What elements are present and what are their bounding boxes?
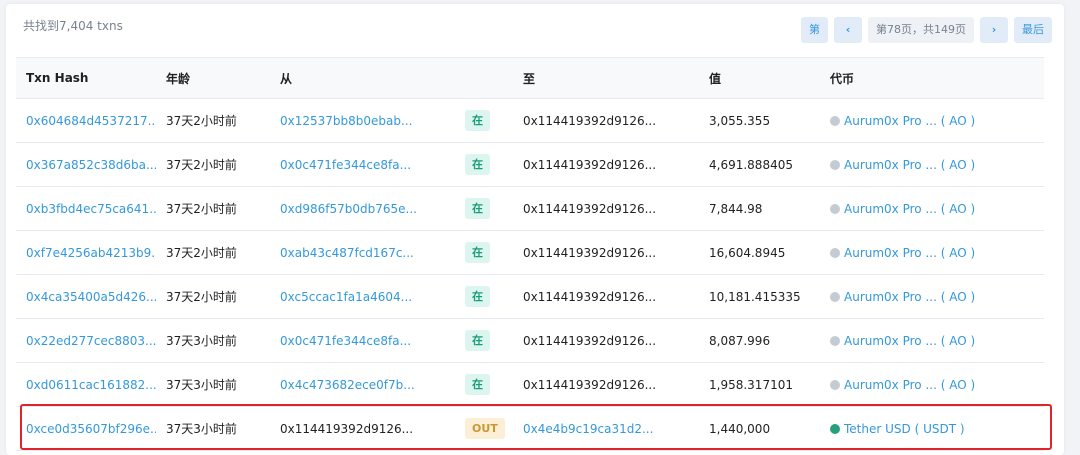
column-header: 代币 [820,57,1044,99]
value-cell: 8,087.996 [699,318,820,363]
token-coin-icon [830,203,840,214]
age-cell: 37天2小时前 [156,274,270,319]
token-coin-icon [830,159,840,170]
column-header [455,57,513,99]
txn-hash-link[interactable]: 0x22ed277cec8803... [26,334,156,348]
table-row: 0xce0d35607bf296e... 37天3小时前 0x114419392… [16,406,1044,451]
column-header: 值 [699,57,820,99]
last-page-button[interactable]: 最后 [1014,17,1052,43]
prev-page-button[interactable]: ‹ [834,17,862,43]
txn-hash-link[interactable]: 0x604684d4537217... [26,114,156,128]
table-row: 0xb3fbd4ec75ca641... 37天2小时前 0xd986f57b0… [16,186,1044,231]
next-page-button[interactable]: › [980,17,1008,43]
table-body: 0x604684d4537217... 37天2小时前 0x12537bb8b0… [16,98,1044,451]
direction-badge: 在 [465,110,490,131]
value-cell: 4,691.888405 [699,142,820,187]
from-address-link[interactable]: 0xc5ccac1fa1a4604... [280,290,412,304]
token-link[interactable]: Aurum0x Pro ... ( AO ) [844,114,975,128]
table-row: 0xf7e4256ab4213b9... 37天2小时前 0xab43c487f… [16,230,1044,275]
token-coin-icon [830,115,840,126]
token-coin-icon [830,247,840,258]
value-cell: 16,604.8945 [699,230,820,275]
token-link[interactable]: Aurum0x Pro ... ( AO ) [844,202,975,216]
token-link[interactable]: Tether USD ( USDT ) [844,422,965,436]
tether-icon [830,423,840,434]
age-cell: 37天3小时前 [156,406,270,451]
direction-badge: 在 [465,286,490,307]
token-coin-icon [830,335,840,346]
direction-badge: 在 [465,374,490,395]
value-cell: 7,844.98 [699,186,820,231]
token-link[interactable]: Aurum0x Pro ... ( AO ) [844,246,975,260]
age-cell: 37天3小时前 [156,362,270,407]
value-cell: 1,440,000 [699,406,820,451]
column-header: 年龄 [156,57,270,99]
value-cell: 3,055.355 [699,98,820,143]
table-row: 0x604684d4537217... 37天2小时前 0x12537bb8b0… [16,98,1044,143]
token-link[interactable]: Aurum0x Pro ... ( AO ) [844,290,975,304]
table-row: 0x4ca35400a5d426... 37天2小时前 0xc5ccac1fa1… [16,274,1044,319]
first-page-button[interactable]: 第 [801,17,828,43]
from-address-link[interactable]: 0xd986f57b0db765e... [280,202,417,216]
to-address: 0x114419392d9126... [523,157,657,172]
from-address: 0x114419392d9126... [280,421,414,436]
age-cell: 37天2小时前 [156,186,270,231]
to-address: 0x114419392d9126... [523,201,657,216]
direction-badge: 在 [465,242,490,263]
column-header: 从 [270,57,455,99]
from-address-link[interactable]: 0x0c471fe344ce8fa... [280,334,411,348]
token-link[interactable]: Aurum0x Pro ... ( AO ) [844,158,975,172]
direction-badge: 在 [465,154,490,175]
page-info: 第78页，共149页 [868,17,974,43]
column-header: Txn Hash [16,57,156,99]
txn-hash-link[interactable]: 0xf7e4256ab4213b9... [26,246,156,260]
column-header: 至 [513,57,699,99]
direction-badge: OUT [465,418,505,439]
age-cell: 37天2小时前 [156,98,270,143]
table-header-row: Txn Hash 年龄 从 至 值 代币 [16,57,1044,99]
to-address: 0x114419392d9126... [523,113,657,128]
age-cell: 37天3小时前 [156,318,270,363]
to-address: 0x114419392d9126... [523,333,657,348]
age-cell: 37天2小时前 [156,142,270,187]
txn-hash-link[interactable]: 0xb3fbd4ec75ca641... [26,202,156,216]
token-link[interactable]: Aurum0x Pro ... ( AO ) [844,334,975,348]
results-summary: 共找到7,404 txns [23,19,123,33]
from-address-link[interactable]: 0x12537bb8b0ebab... [280,114,412,128]
direction-badge: 在 [465,330,490,351]
to-address: 0x114419392d9126... [523,377,657,392]
to-address: 0x114419392d9126... [523,289,657,304]
txn-hash-link[interactable]: 0x367a852c38d6ba... [26,158,156,172]
txn-hash-link[interactable]: 0xd0611cac161882... [26,378,156,392]
age-cell: 37天2小时前 [156,230,270,275]
value-cell: 1,958.317101 [699,362,820,407]
table-row: 0x367a852c38d6ba... 37天2小时前 0x0c471fe344… [16,142,1044,187]
pagination: 第 ‹ 第78页，共149页 › 最后 [801,17,1052,43]
token-coin-icon [830,291,840,302]
value-cell: 10,181.415335 [699,274,820,319]
token-coin-icon [830,379,840,390]
to-address-link[interactable]: 0x4e4b9c19ca31d2... [523,422,653,436]
from-address-link[interactable]: 0x4c473682ece0f7b... [280,378,415,392]
table-row: 0xd0611cac161882... 37天3小时前 0x4c473682ec… [16,362,1044,407]
token-link[interactable]: Aurum0x Pro ... ( AO ) [844,378,975,392]
from-address-link[interactable]: 0x0c471fe344ce8fa... [280,158,411,172]
txn-hash-link[interactable]: 0x4ca35400a5d426... [26,290,156,304]
txn-hash-link[interactable]: 0xce0d35607bf296e... [26,422,156,436]
to-address: 0x114419392d9126... [523,245,657,260]
direction-badge: 在 [465,198,490,219]
from-address-link[interactable]: 0xab43c487fcd167c... [280,246,414,260]
table-row: 0x22ed277cec8803... 37天3小时前 0x0c471fe344… [16,318,1044,363]
transactions-table: Txn Hash 年龄 从 至 值 代币 0x604684d4537217...… [16,57,1044,451]
